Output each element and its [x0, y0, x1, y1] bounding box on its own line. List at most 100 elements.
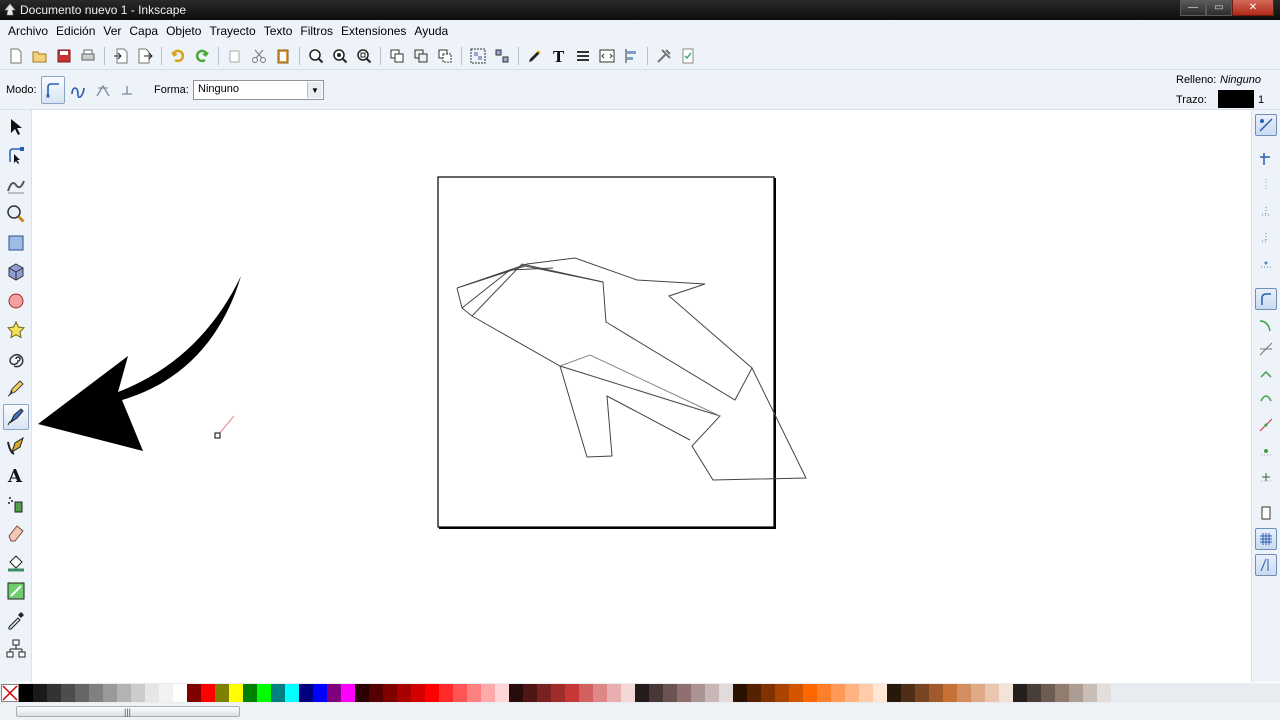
- color-swatch[interactable]: [383, 684, 397, 702]
- color-swatch[interactable]: [47, 684, 61, 702]
- color-swatch[interactable]: [943, 684, 957, 702]
- maximize-button[interactable]: ▭: [1206, 0, 1232, 16]
- color-swatch[interactable]: [957, 684, 971, 702]
- color-swatch[interactable]: [1083, 684, 1097, 702]
- color-swatch[interactable]: [635, 684, 649, 702]
- snap-bbox-center-button[interactable]: [1255, 252, 1277, 274]
- color-swatch[interactable]: [523, 684, 537, 702]
- color-swatch[interactable]: [173, 684, 187, 702]
- menu-trayecto[interactable]: Trayecto: [205, 24, 259, 38]
- color-swatch[interactable]: [495, 684, 509, 702]
- color-swatch[interactable]: [411, 684, 425, 702]
- 3d-box-tool[interactable]: [3, 259, 29, 285]
- color-swatch[interactable]: [397, 684, 411, 702]
- menu-capa[interactable]: Capa: [125, 24, 162, 38]
- snap-smooth-nodes-button[interactable]: [1255, 386, 1277, 408]
- star-tool[interactable]: [3, 317, 29, 343]
- group-button[interactable]: [466, 45, 490, 67]
- rectangle-tool[interactable]: [3, 230, 29, 256]
- snap-bbox-corner-button[interactable]: [1255, 200, 1277, 222]
- color-swatch[interactable]: [803, 684, 817, 702]
- dropper-tool[interactable]: [3, 607, 29, 633]
- paste-button[interactable]: [271, 45, 295, 67]
- menu-objeto[interactable]: Objeto: [162, 24, 205, 38]
- mode-polyline-button[interactable]: [91, 76, 115, 104]
- zoom-selection-button[interactable]: [304, 45, 328, 67]
- color-swatch[interactable]: [103, 684, 117, 702]
- color-swatch[interactable]: [257, 684, 271, 702]
- no-paint-swatch[interactable]: [1, 684, 19, 702]
- stroke-color-swatch[interactable]: [1218, 90, 1254, 108]
- pencil-tool[interactable]: [3, 375, 29, 401]
- snap-cusp-nodes-button[interactable]: [1255, 362, 1277, 384]
- align-distribute-button[interactable]: [619, 45, 643, 67]
- close-button[interactable]: ✕: [1232, 0, 1274, 16]
- color-swatch[interactable]: [929, 684, 943, 702]
- color-swatch[interactable]: [621, 684, 635, 702]
- spray-tool[interactable]: [3, 491, 29, 517]
- color-swatch[interactable]: [873, 684, 887, 702]
- eraser-tool[interactable]: [3, 520, 29, 546]
- color-swatch[interactable]: [355, 684, 369, 702]
- preferences-button[interactable]: [652, 45, 676, 67]
- menu-filtros[interactable]: Filtros: [296, 24, 337, 38]
- xml-editor-button[interactable]: [595, 45, 619, 67]
- color-swatch[interactable]: [145, 684, 159, 702]
- color-swatch[interactable]: [859, 684, 873, 702]
- copy-button[interactable]: [223, 45, 247, 67]
- zoom-tool[interactable]: [3, 201, 29, 227]
- style-indicator[interactable]: Relleno: Ninguno Trazo: 1: [1172, 70, 1280, 110]
- mode-spiro-button[interactable]: [66, 76, 90, 104]
- save-button[interactable]: [52, 45, 76, 67]
- ellipse-tool[interactable]: [3, 288, 29, 314]
- menu-ayuda[interactable]: Ayuda: [410, 24, 452, 38]
- color-swatch[interactable]: [915, 684, 929, 702]
- color-swatch[interactable]: [607, 684, 621, 702]
- gradient-tool[interactable]: [3, 578, 29, 604]
- node-tool[interactable]: [3, 143, 29, 169]
- duplicate-button[interactable]: [385, 45, 409, 67]
- color-swatch[interactable]: [187, 684, 201, 702]
- paint-bucket-tool[interactable]: [3, 549, 29, 575]
- snap-line-midpoints-button[interactable]: [1255, 414, 1277, 436]
- drawing-canvas[interactable]: [33, 110, 1250, 682]
- print-button[interactable]: [76, 45, 100, 67]
- color-swatch[interactable]: [201, 684, 215, 702]
- scrollbar-thumb[interactable]: |||: [16, 706, 240, 717]
- color-swatch[interactable]: [61, 684, 75, 702]
- color-swatch[interactable]: [509, 684, 523, 702]
- color-swatch[interactable]: [89, 684, 103, 702]
- color-swatch[interactable]: [19, 684, 33, 702]
- minimize-button[interactable]: —: [1180, 0, 1206, 16]
- color-swatch[interactable]: [817, 684, 831, 702]
- color-swatch[interactable]: [299, 684, 313, 702]
- color-swatch[interactable]: [831, 684, 845, 702]
- color-swatch[interactable]: [901, 684, 915, 702]
- snap-bbox-edge-button[interactable]: [1255, 174, 1277, 196]
- color-swatch[interactable]: [593, 684, 607, 702]
- snap-nodes-button[interactable]: [1255, 288, 1277, 310]
- color-swatch[interactable]: [285, 684, 299, 702]
- menu-texto[interactable]: Texto: [260, 24, 297, 38]
- color-swatch[interactable]: [271, 684, 285, 702]
- color-swatch[interactable]: [33, 684, 47, 702]
- color-swatch[interactable]: [649, 684, 663, 702]
- text-tool[interactable]: A: [3, 462, 29, 488]
- selector-tool[interactable]: [3, 114, 29, 140]
- snap-grids-button[interactable]: [1255, 528, 1277, 550]
- color-swatch[interactable]: [775, 684, 789, 702]
- color-swatch[interactable]: [159, 684, 173, 702]
- color-swatch[interactable]: [971, 684, 985, 702]
- menu-archivo[interactable]: Archivo: [4, 24, 52, 38]
- zoom-page-button[interactable]: [352, 45, 376, 67]
- color-swatch[interactable]: [663, 684, 677, 702]
- color-swatch[interactable]: [677, 684, 691, 702]
- color-swatch[interactable]: [453, 684, 467, 702]
- color-swatch[interactable]: [887, 684, 901, 702]
- spiral-tool[interactable]: [3, 346, 29, 372]
- zoom-drawing-button[interactable]: [328, 45, 352, 67]
- undo-button[interactable]: [166, 45, 190, 67]
- export-button[interactable]: [133, 45, 157, 67]
- color-swatch[interactable]: [691, 684, 705, 702]
- color-swatch[interactable]: [439, 684, 453, 702]
